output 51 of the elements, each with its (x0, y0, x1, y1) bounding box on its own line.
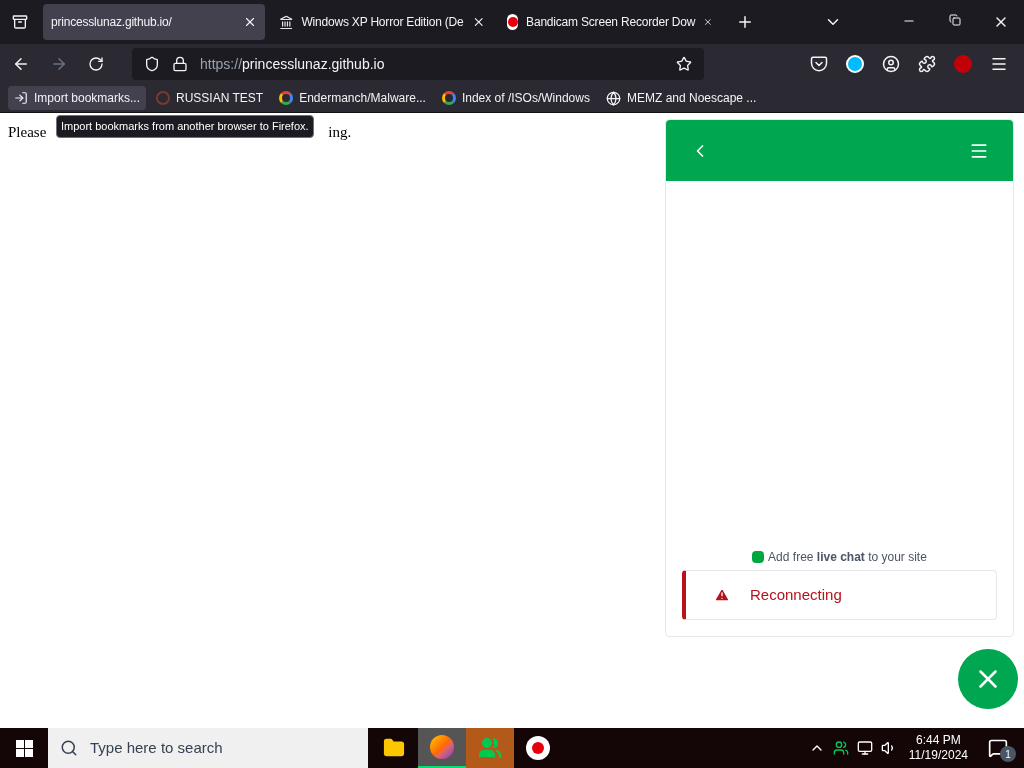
recorder-icon (526, 736, 550, 760)
extensions-icon (918, 55, 936, 73)
people-icon[interactable] (832, 740, 849, 756)
browser-tab[interactable]: Bandicam Screen Recorder Dow (499, 4, 721, 40)
notification-count: 1 (1000, 746, 1016, 762)
promo-link[interactable]: Add free live chat to your site (768, 548, 927, 566)
page-text: Please (8, 123, 47, 142)
taskbar-search-field[interactable]: Type here to search (48, 728, 368, 768)
close-icon (243, 15, 257, 29)
record-icon (507, 14, 519, 30)
import-icon (14, 91, 28, 105)
browser-tab[interactable]: princesslunaz.github.io/ (43, 4, 265, 40)
bookmark-item[interactable]: RUSSIAN TEST (150, 86, 270, 110)
bookmark-item[interactable]: MEMZ and Noescape ... (599, 86, 763, 110)
bookmark-item[interactable]: Index of /ISOs/Windows (435, 86, 596, 110)
tooltip: Import bookmarks from another browser to Firefox. (56, 115, 314, 138)
people-icon (478, 736, 502, 760)
alert-text: Reconnecting (750, 584, 842, 605)
google-icon (279, 91, 294, 105)
folder-icon (383, 737, 405, 759)
search-icon (60, 739, 78, 757)
windows-icon (15, 739, 33, 757)
google-icon (441, 91, 456, 105)
url-text: https://princesslunaz.github.io (200, 54, 386, 74)
network-icon[interactable] (856, 740, 873, 756)
reload-icon[interactable] (88, 56, 104, 72)
back-icon[interactable] (12, 55, 30, 73)
star-icon (676, 56, 692, 72)
menu-icon (990, 55, 1008, 73)
clock-time: 6:44 PM (916, 733, 961, 748)
tab-title: Windows XP Horror Edition (De (301, 14, 464, 31)
globe-icon (605, 90, 621, 106)
close-chat-button[interactable] (958, 649, 1018, 709)
browser-tab[interactable]: Windows XP Horror Edition (De (271, 4, 493, 40)
lock-icon (172, 56, 188, 72)
tab-title: Bandicam Screen Recorder Dow (526, 14, 696, 31)
pocket-icon (810, 55, 828, 73)
shield-icon (144, 56, 160, 72)
account-icon (882, 55, 900, 73)
clock-date: 11/19/2024 (908, 748, 968, 763)
forward-icon[interactable] (50, 55, 68, 73)
tab-title: princesslunaz.github.io/ (51, 14, 173, 31)
restore-icon[interactable] (949, 14, 961, 26)
tab-list-icon[interactable] (12, 14, 28, 30)
page-text: ing. (328, 123, 352, 142)
address-bar[interactable]: https://princesslunaz.github.io (132, 48, 704, 80)
bookmark-item[interactable]: Endermanch/Malware... (273, 86, 432, 110)
new-tab-icon[interactable] (736, 13, 754, 31)
bookmark-item[interactable]: Import bookmarks... (8, 86, 147, 110)
museum-icon (279, 14, 294, 30)
warning-icon (714, 587, 730, 603)
